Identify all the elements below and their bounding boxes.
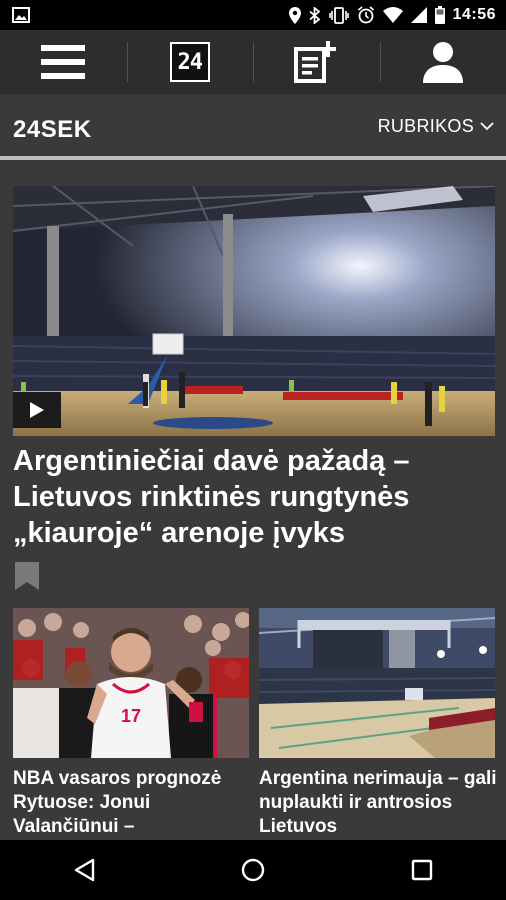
bookmark-icon — [15, 562, 39, 590]
video-play-button[interactable] — [13, 392, 61, 428]
home-icon — [241, 858, 265, 882]
recents-icon — [411, 859, 432, 881]
status-bar: 14:56 — [0, 0, 506, 30]
jersey-number: 17 — [121, 706, 141, 726]
bookmark-button[interactable] — [15, 562, 39, 595]
user-icon — [422, 42, 463, 83]
section-header: 24SEK RUBRIKOS — [0, 94, 506, 160]
chevron-down-icon — [480, 122, 494, 131]
account-button[interactable] — [379, 30, 506, 94]
add-post-button[interactable] — [253, 30, 380, 94]
wifi-icon — [382, 7, 403, 23]
play-icon — [30, 402, 44, 418]
back-icon — [75, 858, 95, 882]
signal-icon — [410, 7, 427, 23]
article-card-title[interactable]: NBA vasaros prognozė Rytuose: Jonui Vala… — [13, 767, 253, 839]
article-card-image[interactable] — [259, 608, 495, 758]
latest-24-button[interactable]: 24 — [126, 30, 254, 94]
menu-icon — [41, 45, 86, 79]
back-button[interactable] — [54, 846, 114, 894]
main-article-image[interactable] — [13, 186, 495, 436]
bluetooth-icon — [308, 6, 321, 24]
menu-button[interactable] — [0, 30, 127, 94]
recents-button[interactable] — [392, 846, 452, 894]
battery-icon — [434, 6, 445, 24]
article-card-image[interactable]: 17 — [13, 608, 249, 758]
brand-title[interactable]: 24SEK — [13, 116, 92, 144]
location-icon — [288, 6, 301, 24]
system-navigation-bar — [0, 840, 506, 900]
alarm-icon — [357, 6, 375, 24]
article-card-title[interactable]: Argentina nerimauja – gali nuplaukti ir … — [259, 767, 499, 839]
24-icon: 24 — [169, 42, 210, 82]
top-navigation: 24 — [0, 30, 506, 94]
vibrate-icon — [328, 6, 349, 24]
main-article-title[interactable]: Argentiniečiai davė pažadą – Lietuvos ri… — [13, 443, 493, 551]
categories-dropdown[interactable]: RUBRIKOS — [378, 116, 494, 137]
categories-label: RUBRIKOS — [377, 116, 474, 136]
clock: 14:56 — [452, 6, 496, 23]
section-divider — [0, 156, 506, 160]
gallery-notification-icon — [12, 7, 30, 28]
24-icon-label: 24 — [177, 49, 203, 75]
home-button[interactable] — [223, 846, 283, 894]
add-post-icon — [294, 41, 337, 83]
